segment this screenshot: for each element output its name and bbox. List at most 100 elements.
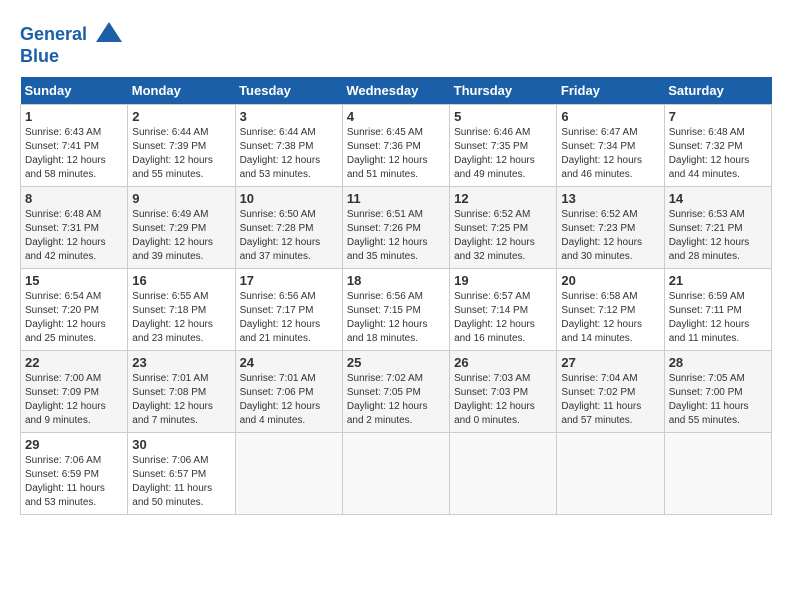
day-info: Sunrise: 6:48 AM Sunset: 7:31 PM Dayligh…: [25, 208, 123, 264]
calendar-cell: 2 Sunrise: 6:44 AM Sunset: 7:39 PM Daylig…: [128, 105, 235, 187]
day-number: 18: [347, 273, 445, 288]
day-info: Sunrise: 6:52 AM Sunset: 7:25 PM Dayligh…: [454, 208, 552, 264]
calendar-cell: 17 Sunrise: 6:56 AM Sunset: 7:17 PM Dayli…: [235, 269, 342, 351]
calendar-week-row: 1 Sunrise: 6:43 AM Sunset: 7:41 PM Daylig…: [21, 105, 772, 187]
day-info: Sunrise: 6:50 AM Sunset: 7:28 PM Dayligh…: [240, 208, 338, 264]
day-info: Sunrise: 7:02 AM Sunset: 7:05 PM Dayligh…: [347, 372, 445, 428]
calendar-cell: 19 Sunrise: 6:57 AM Sunset: 7:14 PM Dayli…: [450, 269, 557, 351]
day-number: 30: [132, 437, 230, 452]
calendar-cell: 23 Sunrise: 7:01 AM Sunset: 7:08 PM Dayli…: [128, 351, 235, 433]
day-number: 7: [669, 109, 767, 124]
day-number: 17: [240, 273, 338, 288]
day-info: Sunrise: 6:43 AM Sunset: 7:41 PM Dayligh…: [25, 126, 123, 182]
calendar-week-row: 29 Sunrise: 7:06 AM Sunset: 6:59 PM Dayli…: [21, 433, 772, 515]
day-number: 27: [561, 355, 659, 370]
day-number: 12: [454, 191, 552, 206]
day-number: 10: [240, 191, 338, 206]
calendar-cell: [557, 433, 664, 515]
day-number: 20: [561, 273, 659, 288]
day-info: Sunrise: 6:45 AM Sunset: 7:36 PM Dayligh…: [347, 126, 445, 182]
day-info: Sunrise: 6:53 AM Sunset: 7:21 PM Dayligh…: [669, 208, 767, 264]
calendar-cell: 7 Sunrise: 6:48 AM Sunset: 7:32 PM Daylig…: [664, 105, 771, 187]
calendar-cell: 24 Sunrise: 7:01 AM Sunset: 7:06 PM Dayli…: [235, 351, 342, 433]
day-number: 13: [561, 191, 659, 206]
day-info: Sunrise: 6:49 AM Sunset: 7:29 PM Dayligh…: [132, 208, 230, 264]
weekday-header: Wednesday: [342, 77, 449, 105]
day-info: Sunrise: 7:06 AM Sunset: 6:57 PM Dayligh…: [132, 454, 230, 510]
day-number: 22: [25, 355, 123, 370]
calendar-cell: 13 Sunrise: 6:52 AM Sunset: 7:23 PM Dayli…: [557, 187, 664, 269]
calendar-cell: 26 Sunrise: 7:03 AM Sunset: 7:03 PM Dayli…: [450, 351, 557, 433]
calendar-cell: 12 Sunrise: 6:52 AM Sunset: 7:25 PM Dayli…: [450, 187, 557, 269]
day-info: Sunrise: 6:44 AM Sunset: 7:38 PM Dayligh…: [240, 126, 338, 182]
calendar-cell: 22 Sunrise: 7:00 AM Sunset: 7:09 PM Dayli…: [21, 351, 128, 433]
day-number: 6: [561, 109, 659, 124]
calendar-cell: 15 Sunrise: 6:54 AM Sunset: 7:20 PM Dayli…: [21, 269, 128, 351]
page-header: General Blue: [20, 20, 772, 67]
weekday-header: Thursday: [450, 77, 557, 105]
calendar-cell: 4Sunrise: 6:45 AM Sunset: 7:36 PM Daylig…: [342, 105, 449, 187]
day-number: 3: [240, 109, 338, 124]
calendar-cell: 9 Sunrise: 6:49 AM Sunset: 7:29 PM Daylig…: [128, 187, 235, 269]
calendar-cell: 10 Sunrise: 6:50 AM Sunset: 7:28 PM Dayli…: [235, 187, 342, 269]
calendar-cell: 21 Sunrise: 6:59 AM Sunset: 7:11 PM Dayli…: [664, 269, 771, 351]
day-info: Sunrise: 6:56 AM Sunset: 7:17 PM Dayligh…: [240, 290, 338, 346]
day-info: Sunrise: 7:01 AM Sunset: 7:08 PM Dayligh…: [132, 372, 230, 428]
day-number: 21: [669, 273, 767, 288]
day-number: 19: [454, 273, 552, 288]
calendar-cell: 20 Sunrise: 6:58 AM Sunset: 7:12 PM Dayli…: [557, 269, 664, 351]
day-number: 15: [25, 273, 123, 288]
calendar-cell: 16Sunrise: 6:55 AM Sunset: 7:18 PM Dayli…: [128, 269, 235, 351]
day-number: 5: [454, 109, 552, 124]
day-number: 9: [132, 191, 230, 206]
day-number: 14: [669, 191, 767, 206]
day-info: Sunrise: 6:44 AM Sunset: 7:39 PM Dayligh…: [132, 126, 230, 182]
day-number: 28: [669, 355, 767, 370]
day-info: Sunrise: 7:04 AM Sunset: 7:02 PM Dayligh…: [561, 372, 659, 428]
day-info: Sunrise: 7:03 AM Sunset: 7:03 PM Dayligh…: [454, 372, 552, 428]
day-info: Sunrise: 6:52 AM Sunset: 7:23 PM Dayligh…: [561, 208, 659, 264]
calendar-cell: 30 Sunrise: 7:06 AM Sunset: 6:57 PM Dayli…: [128, 433, 235, 515]
logo: General Blue: [20, 20, 124, 67]
day-number: 1: [25, 109, 123, 124]
day-number: 2: [132, 109, 230, 124]
calendar-table: SundayMondayTuesdayWednesdayThursdayFrid…: [20, 77, 772, 515]
calendar-cell: 29 Sunrise: 7:06 AM Sunset: 6:59 PM Dayli…: [21, 433, 128, 515]
calendar-cell: 28 Sunrise: 7:05 AM Sunset: 7:00 PM Dayli…: [664, 351, 771, 433]
weekday-header: Friday: [557, 77, 664, 105]
day-info: Sunrise: 6:57 AM Sunset: 7:14 PM Dayligh…: [454, 290, 552, 346]
day-info: Sunrise: 6:47 AM Sunset: 7:34 PM Dayligh…: [561, 126, 659, 182]
day-info: Sunrise: 7:06 AM Sunset: 6:59 PM Dayligh…: [25, 454, 123, 510]
day-number: 26: [454, 355, 552, 370]
calendar-cell: 6 Sunrise: 6:47 AM Sunset: 7:34 PM Daylig…: [557, 105, 664, 187]
day-number: 25: [347, 355, 445, 370]
day-info: Sunrise: 6:58 AM Sunset: 7:12 PM Dayligh…: [561, 290, 659, 346]
calendar-week-row: 15 Sunrise: 6:54 AM Sunset: 7:20 PM Dayli…: [21, 269, 772, 351]
weekday-header-row: SundayMondayTuesdayWednesdayThursdayFrid…: [21, 77, 772, 105]
day-number: 24: [240, 355, 338, 370]
day-info: Sunrise: 6:51 AM Sunset: 7:26 PM Dayligh…: [347, 208, 445, 264]
calendar-cell: 25 Sunrise: 7:02 AM Sunset: 7:05 PM Dayli…: [342, 351, 449, 433]
calendar-cell: 18Sunrise: 6:56 AM Sunset: 7:15 PM Dayli…: [342, 269, 449, 351]
calendar-cell: [342, 433, 449, 515]
calendar-cell: 8 Sunrise: 6:48 AM Sunset: 7:31 PM Daylig…: [21, 187, 128, 269]
calendar-cell: 27 Sunrise: 7:04 AM Sunset: 7:02 PM Dayli…: [557, 351, 664, 433]
weekday-header: Sunday: [21, 77, 128, 105]
day-number: 16: [132, 273, 230, 288]
calendar-cell: [235, 433, 342, 515]
day-info: Sunrise: 7:05 AM Sunset: 7:00 PM Dayligh…: [669, 372, 767, 428]
day-info: Sunrise: 7:01 AM Sunset: 7:06 PM Dayligh…: [240, 372, 338, 428]
day-info: Sunrise: 6:54 AM Sunset: 7:20 PM Dayligh…: [25, 290, 123, 346]
weekday-header: Tuesday: [235, 77, 342, 105]
calendar-week-row: 22 Sunrise: 7:00 AM Sunset: 7:09 PM Dayli…: [21, 351, 772, 433]
calendar-cell: 11 Sunrise: 6:51 AM Sunset: 7:26 PM Dayli…: [342, 187, 449, 269]
calendar-cell: [450, 433, 557, 515]
day-number: 23: [132, 355, 230, 370]
day-info: Sunrise: 6:59 AM Sunset: 7:11 PM Dayligh…: [669, 290, 767, 346]
day-info: Sunrise: 7:00 AM Sunset: 7:09 PM Dayligh…: [25, 372, 123, 428]
calendar-cell: 5Sunrise: 6:46 AM Sunset: 7:35 PM Daylig…: [450, 105, 557, 187]
day-number: 11: [347, 191, 445, 206]
day-info: Sunrise: 6:48 AM Sunset: 7:32 PM Dayligh…: [669, 126, 767, 182]
day-number: 29: [25, 437, 123, 452]
day-number: 8: [25, 191, 123, 206]
